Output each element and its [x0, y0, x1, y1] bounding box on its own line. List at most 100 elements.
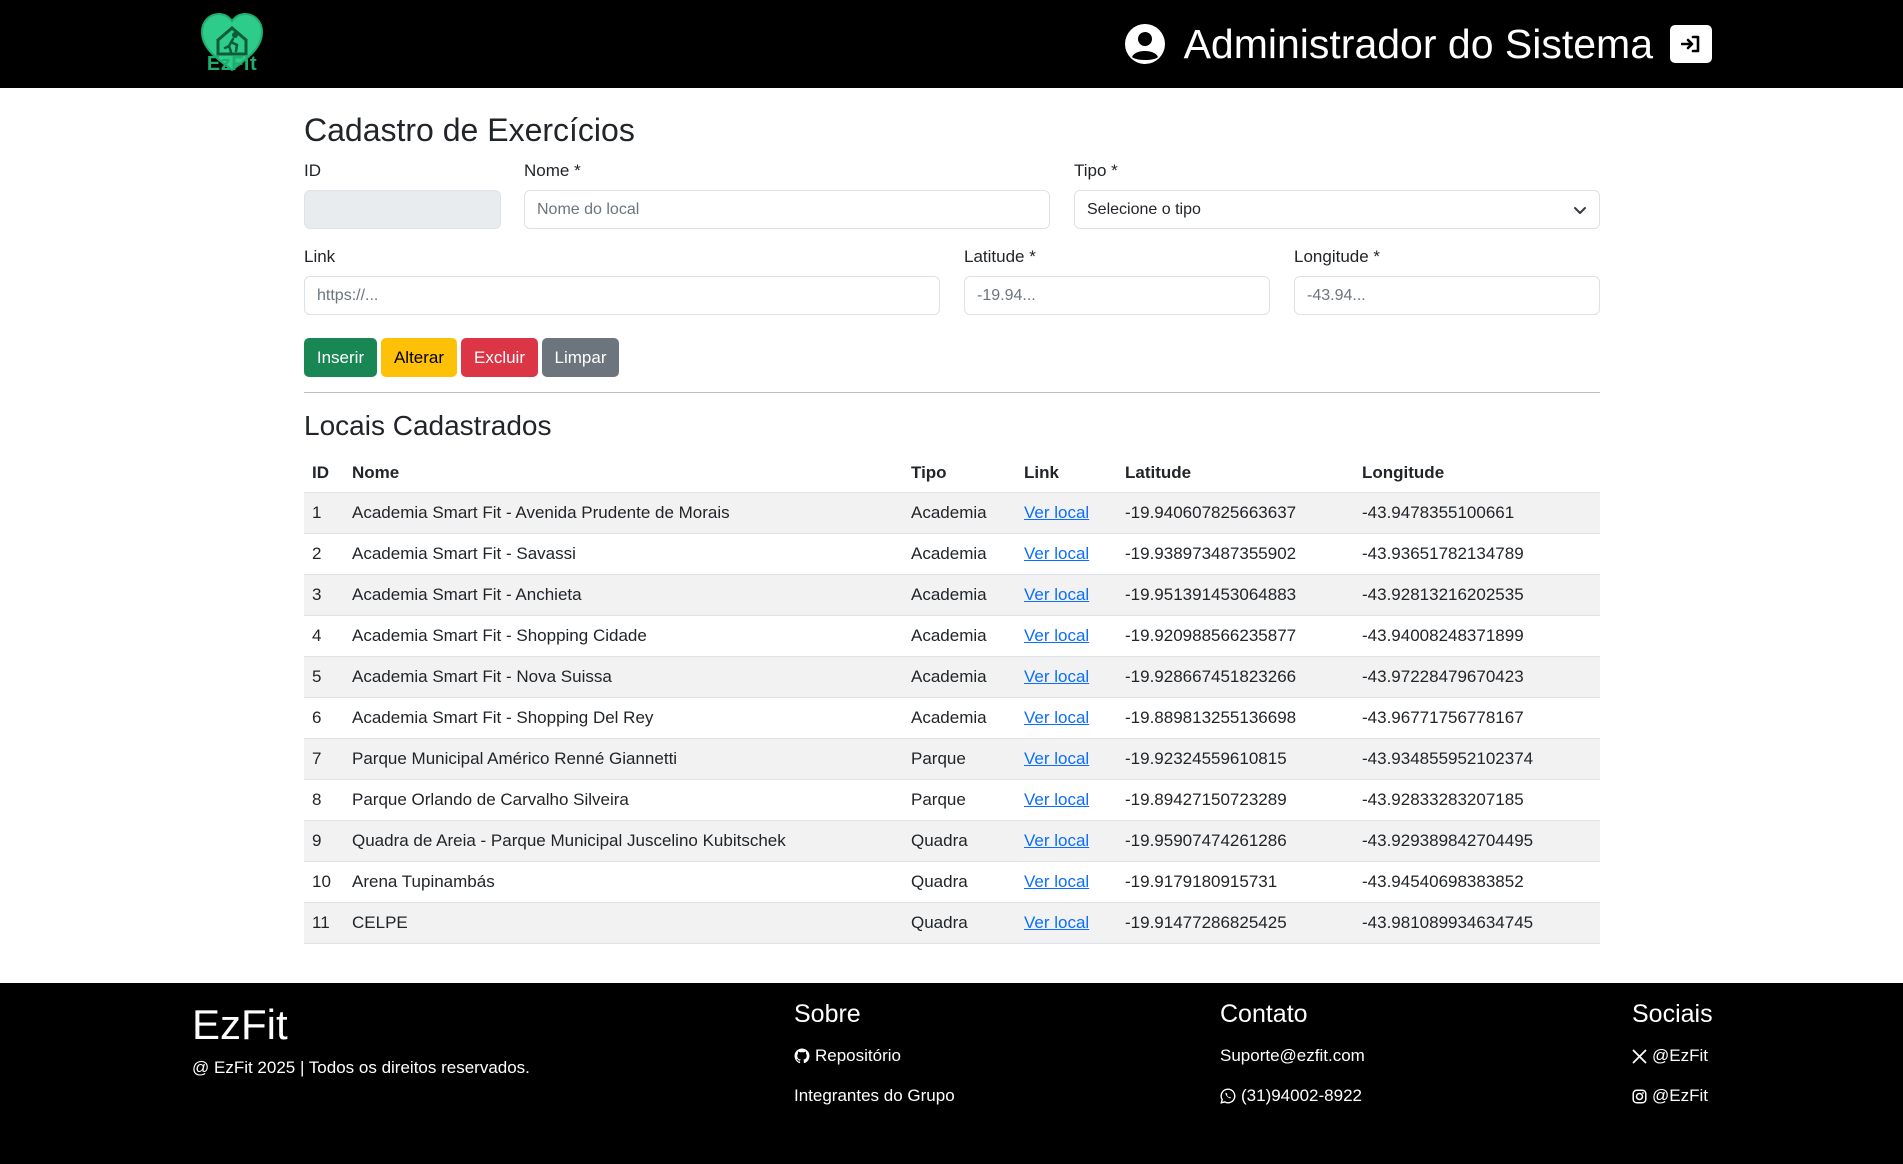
footer-copyright: @ EzFit 2025 | Todos os direitos reserva… [192, 1058, 530, 1077]
ver-local-link[interactable]: Ver local [1024, 626, 1089, 645]
tipo-selected-value: Selecione o tipo [1087, 201, 1201, 218]
latitude-label: Latitude * [964, 247, 1036, 266]
col-header-link: Link [1016, 455, 1117, 493]
x-social-label: @EzFit [1652, 1046, 1708, 1065]
ezfit-logo[interactable]: EzFit [198, 10, 266, 76]
col-header-id: ID [304, 455, 344, 493]
cell-latitude: -19.940607825663637 [1117, 492, 1354, 534]
col-header-latitude: Latitude [1117, 455, 1354, 493]
support-email[interactable]: Suporte@ezfit.com [1220, 1046, 1365, 1066]
nome-input[interactable] [524, 190, 1050, 229]
clear-button[interactable]: Limpar [542, 338, 619, 377]
ver-local-link[interactable]: Ver local [1024, 544, 1089, 563]
cell-latitude: -19.89427150723289 [1117, 779, 1354, 821]
table-row[interactable]: 5 Academia Smart Fit - Nova Suissa Academi… [304, 656, 1600, 698]
id-label: ID [304, 161, 321, 180]
cell-tipo: Academia [903, 492, 1016, 534]
ver-local-link[interactable]: Ver local [1024, 790, 1089, 809]
group-members-link[interactable]: Integrantes do Grupo [794, 1086, 955, 1106]
cell-nome: Academia Smart Fit - Avenida Prudente de… [344, 492, 903, 534]
ver-local-link[interactable]: Ver local [1024, 872, 1089, 891]
cell-nome: Academia Smart Fit - Shopping Cidade [344, 615, 903, 657]
table-row[interactable]: 3 Academia Smart Fit - Anchieta Academia Ve… [304, 574, 1600, 616]
phone-label: (31)94002-8922 [1241, 1086, 1362, 1105]
repository-label: Repositório [815, 1046, 901, 1065]
table-row[interactable]: 9 Quadra de Areia - Parque Municipal Jusc… [304, 820, 1600, 862]
table-row[interactable]: 1 Academia Smart Fit - Avenida Prudente d… [304, 492, 1600, 534]
cell-id: 1 [304, 492, 344, 534]
id-field[interactable] [304, 190, 501, 229]
link-input[interactable] [304, 276, 940, 315]
longitude-input[interactable] [1294, 276, 1600, 315]
cell-tipo: Academia [903, 656, 1016, 698]
footer-contato-heading: Contato [1220, 1000, 1308, 1028]
delete-button[interactable]: Excluir [461, 338, 538, 377]
cell-longitude: -43.93651782134789 [1354, 533, 1600, 575]
cell-latitude: -19.95907474261286 [1117, 820, 1354, 862]
instagram-social-label: @EzFit [1652, 1086, 1708, 1105]
table-row[interactable]: 8 Parque Orlando de Carvalho Silveira Parq… [304, 779, 1600, 821]
longitude-label: Longitude * [1294, 247, 1381, 266]
cell-tipo: Academia [903, 615, 1016, 657]
x-social-link[interactable]: @EzFit [1632, 1046, 1708, 1066]
col-header-longitude: Longitude [1354, 455, 1600, 493]
repository-link[interactable]: Repositório [794, 1046, 901, 1066]
phone-contact[interactable]: (31)94002-8922 [1220, 1086, 1362, 1106]
table-header-row: ID Nome Tipo Link Latitude Longitude [304, 455, 1600, 493]
instagram-icon [1632, 1088, 1647, 1104]
cell-longitude: -43.96771756778167 [1354, 697, 1600, 739]
ver-local-link[interactable]: Ver local [1024, 503, 1089, 522]
ver-local-link[interactable]: Ver local [1024, 667, 1089, 686]
cell-latitude: -19.928667451823266 [1117, 656, 1354, 698]
cell-nome: Academia Smart Fit - Savassi [344, 533, 903, 575]
cell-latitude: -19.9179180915731 [1117, 861, 1354, 903]
table-row[interactable]: 4 Academia Smart Fit - Shopping Cidade Aca… [304, 615, 1600, 657]
col-header-nome: Nome [344, 455, 903, 493]
cell-longitude: -43.92813216202535 [1354, 574, 1600, 616]
cell-longitude: -43.929389842704495 [1354, 820, 1600, 862]
cell-nome: Quadra de Areia - Parque Municipal Jusce… [344, 820, 903, 862]
cell-longitude: -43.9478355100661 [1354, 492, 1600, 534]
cell-tipo: Parque [903, 738, 1016, 780]
tipo-select[interactable]: Selecione o tipo [1074, 190, 1600, 229]
table-row[interactable]: 10 Arena Tupinambás Quadra Ver local -19.917… [304, 861, 1600, 903]
table-row[interactable]: 7 Parque Municipal Américo Renné Giannett… [304, 738, 1600, 780]
footer-sociais-heading: Sociais [1632, 1000, 1713, 1028]
table-row[interactable]: 2 Academia Smart Fit - Savassi Academia Ver… [304, 533, 1600, 575]
cell-id: 5 [304, 656, 344, 698]
footer-sobre-heading: Sobre [794, 1000, 861, 1028]
cell-nome: CELPE [344, 902, 903, 944]
cell-nome: Academia Smart Fit - Nova Suissa [344, 656, 903, 698]
cell-id: 11 [304, 902, 344, 944]
logout-button[interactable] [1670, 25, 1712, 63]
col-header-tipo: Tipo [903, 455, 1016, 493]
cell-latitude: -19.91477286825425 [1117, 902, 1354, 944]
ver-local-link[interactable]: Ver local [1024, 585, 1089, 604]
table-row[interactable]: 11 CELPE Quadra Ver local -19.91477286825425… [304, 902, 1600, 944]
latitude-input[interactable] [964, 276, 1270, 315]
cell-nome: Parque Municipal Américo Renné Giannetti [344, 738, 903, 780]
cell-id: 9 [304, 820, 344, 862]
instagram-social-link[interactable]: @EzFit [1632, 1086, 1708, 1106]
ver-local-link[interactable]: Ver local [1024, 831, 1089, 850]
ver-local-link[interactable]: Ver local [1024, 708, 1089, 727]
cell-longitude: -43.94008248371899 [1354, 615, 1600, 657]
ver-local-link[interactable]: Ver local [1024, 749, 1089, 768]
user-circle-icon [1124, 24, 1165, 64]
tipo-label: Tipo * [1074, 161, 1118, 180]
sign-in-icon [1681, 35, 1700, 53]
cell-tipo: Parque [903, 779, 1016, 821]
user-name: Administrador do Sistema [1183, 21, 1653, 67]
user-area: Administrador do Sistema [1124, 22, 1712, 66]
insert-button[interactable]: Inserir [304, 338, 377, 377]
link-label: Link [304, 247, 336, 266]
alter-button[interactable]: Alterar [381, 338, 457, 377]
section-divider [304, 392, 1600, 393]
footer: EzFit @ EzFit 2025 | Todos os direitos r… [0, 983, 1903, 1164]
cell-longitude: -43.92833283207185 [1354, 779, 1600, 821]
table-row[interactable]: 6 Academia Smart Fit - Shopping Del Rey Ac… [304, 697, 1600, 739]
ver-local-link[interactable]: Ver local [1024, 913, 1089, 932]
nome-label: Nome * [524, 161, 581, 180]
whatsapp-icon [1220, 1088, 1236, 1104]
cell-tipo: Academia [903, 533, 1016, 575]
